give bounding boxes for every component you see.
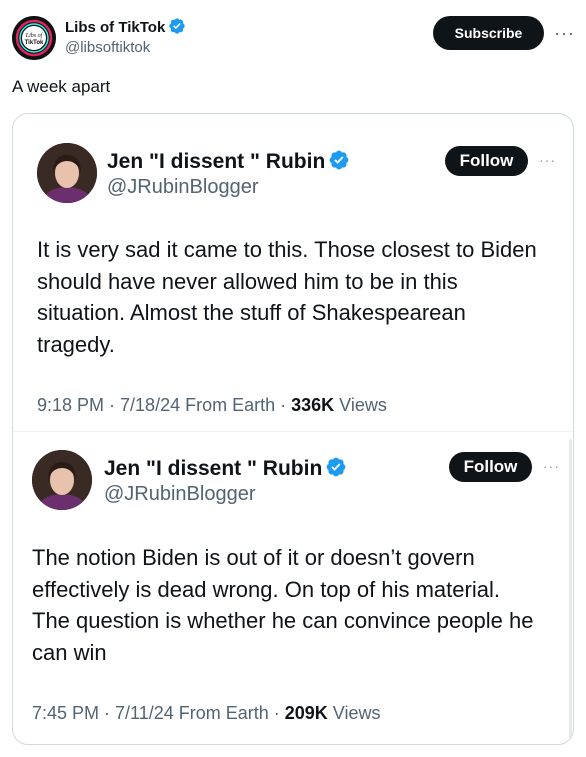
avatar [32,450,92,510]
subscribe-button[interactable]: Subscribe [433,16,544,50]
text-line: effectively is dead wrong. On top of his… [32,576,500,602]
text-line: can win [32,639,107,665]
screenshot-author-name: Jen "I dissent " Rubin [104,456,347,481]
views-label: Views [327,703,381,723]
more-options-icon[interactable]: ··· [554,23,575,44]
more-options-icon: ··· [539,152,556,168]
text-line: The question is whether he can convince … [32,608,534,633]
views-count: 336K [291,395,335,415]
avatar [37,143,97,203]
text-line: It is very sad it came to this. Those cl… [37,237,537,262]
verified-badge-icon [326,457,346,477]
verified-badge-icon [169,18,185,34]
more-options-icon: ··· [543,458,560,474]
scrollbar [569,439,572,739]
screenshot-author-handle: @JRubinBlogger [107,176,259,198]
text-line: tragedy. [37,331,115,357]
screenshot-author-handle: @JRubinBlogger [104,483,256,505]
text-line: The notion Biden is out of it or doesn’t… [32,545,475,570]
views-count: 209K [284,703,328,723]
embedded-image[interactable]: Jen "I dissent " Rubin @JRubinBlogger Fo… [12,113,574,745]
follow-button: Follow [445,146,528,176]
post-text: A week apart [12,77,111,96]
author-handle[interactable]: @libsoftiktok [65,39,150,56]
timestamp-text: 7:45 PM · 7/11/24 From Earth · [32,703,285,723]
text-line: should have never allowed him to be in t… [37,268,458,294]
author-name[interactable]: Libs of TikTok [65,17,186,36]
svg-text:TikTok: TikTok [25,40,44,46]
profile-photo [37,143,97,203]
author-name-text[interactable]: Libs of TikTok [65,19,165,36]
screenshot-timestamp: 7:45 PM · 7/11/24 From Earth · 209K View… [32,703,381,724]
screenshot-author-name-text: Jen "I dissent " Rubin [104,457,323,480]
follow-button: Follow [449,452,532,482]
views-label: Views [334,395,387,415]
timestamp-text: 9:18 PM · 7/18/24 From Earth · [37,395,292,415]
text-line: situation. Almost the stuff of Shakespea… [37,300,466,325]
profile-photo [32,450,92,510]
screenshot-tweet-1: Jen "I dissent " Rubin @JRubinBlogger Fo… [13,114,573,431]
screenshot-author-name-text: Jen "I dissent " Rubin [107,150,326,173]
screenshot-tweet-2: Jen "I dissent " Rubin @JRubinBlogger Fo… [13,432,573,744]
avatar[interactable]: Libs of TikTok [12,16,56,60]
screenshot-timestamp: 9:18 PM · 7/18/24 From Earth · 336K View… [37,395,387,416]
screenshot-author-name: Jen "I dissent " Rubin [107,149,350,174]
libs-of-tiktok-logo: Libs of TikTok [12,16,56,60]
screenshot-tweet-text: The notion Biden is out of it or doesn’t… [32,542,533,668]
post-header: Libs of TikTok Libs of TikTok @libsoftik… [0,0,586,70]
verified-badge-icon [329,150,349,170]
svg-text:Libs of: Libs of [25,32,44,39]
screenshot-tweet-text: It is very sad it came to this. Those cl… [37,234,537,360]
